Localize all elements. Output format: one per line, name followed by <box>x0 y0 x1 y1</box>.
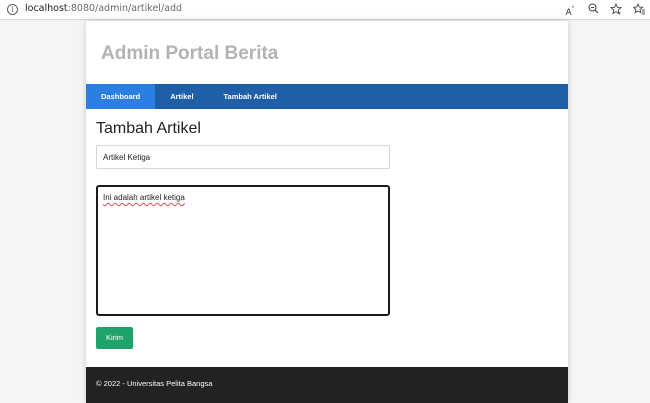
nav-item-dashboard[interactable]: Dashboard <box>86 84 156 109</box>
site-title: Admin Portal Berita <box>101 43 279 64</box>
page-title: Tambah Artikel <box>96 120 201 137</box>
info-icon[interactable]: i <box>7 4 18 15</box>
title-input[interactable] <box>96 145 390 169</box>
main-nav: Dashboard Artikel Tambah Artikel <box>86 84 568 109</box>
content-text: Ini adalah artikel ketiga <box>103 193 185 202</box>
url-path: :8080/admin/artikel/add <box>67 3 183 14</box>
zoom-out-icon[interactable] <box>586 3 600 16</box>
address-url[interactable]: localhost:8080/admin/artikel/add <box>25 3 182 14</box>
footer: © 2022 - Universitas Pelita Bangsa <box>86 367 568 403</box>
favorites-icon[interactable] <box>632 2 646 16</box>
favorite-add-icon[interactable] <box>609 2 623 16</box>
nav-item-tambah-artikel[interactable]: Tambah Artikel <box>209 84 292 109</box>
submit-button[interactable]: Kirim <box>96 327 133 349</box>
nav-item-artikel[interactable]: Artikel <box>155 84 208 109</box>
content-textarea[interactable] <box>96 185 390 316</box>
page-container: Admin Portal Berita Dashboard Artikel Ta… <box>86 21 568 403</box>
read-aloud-icon[interactable]: Aʺ <box>563 3 577 18</box>
browser-address-bar: i localhost:8080/admin/artikel/add Aʺ <box>0 0 650 20</box>
footer-text: © 2022 - Universitas Pelita Bangsa <box>96 379 213 388</box>
url-host: localhost <box>25 3 68 14</box>
